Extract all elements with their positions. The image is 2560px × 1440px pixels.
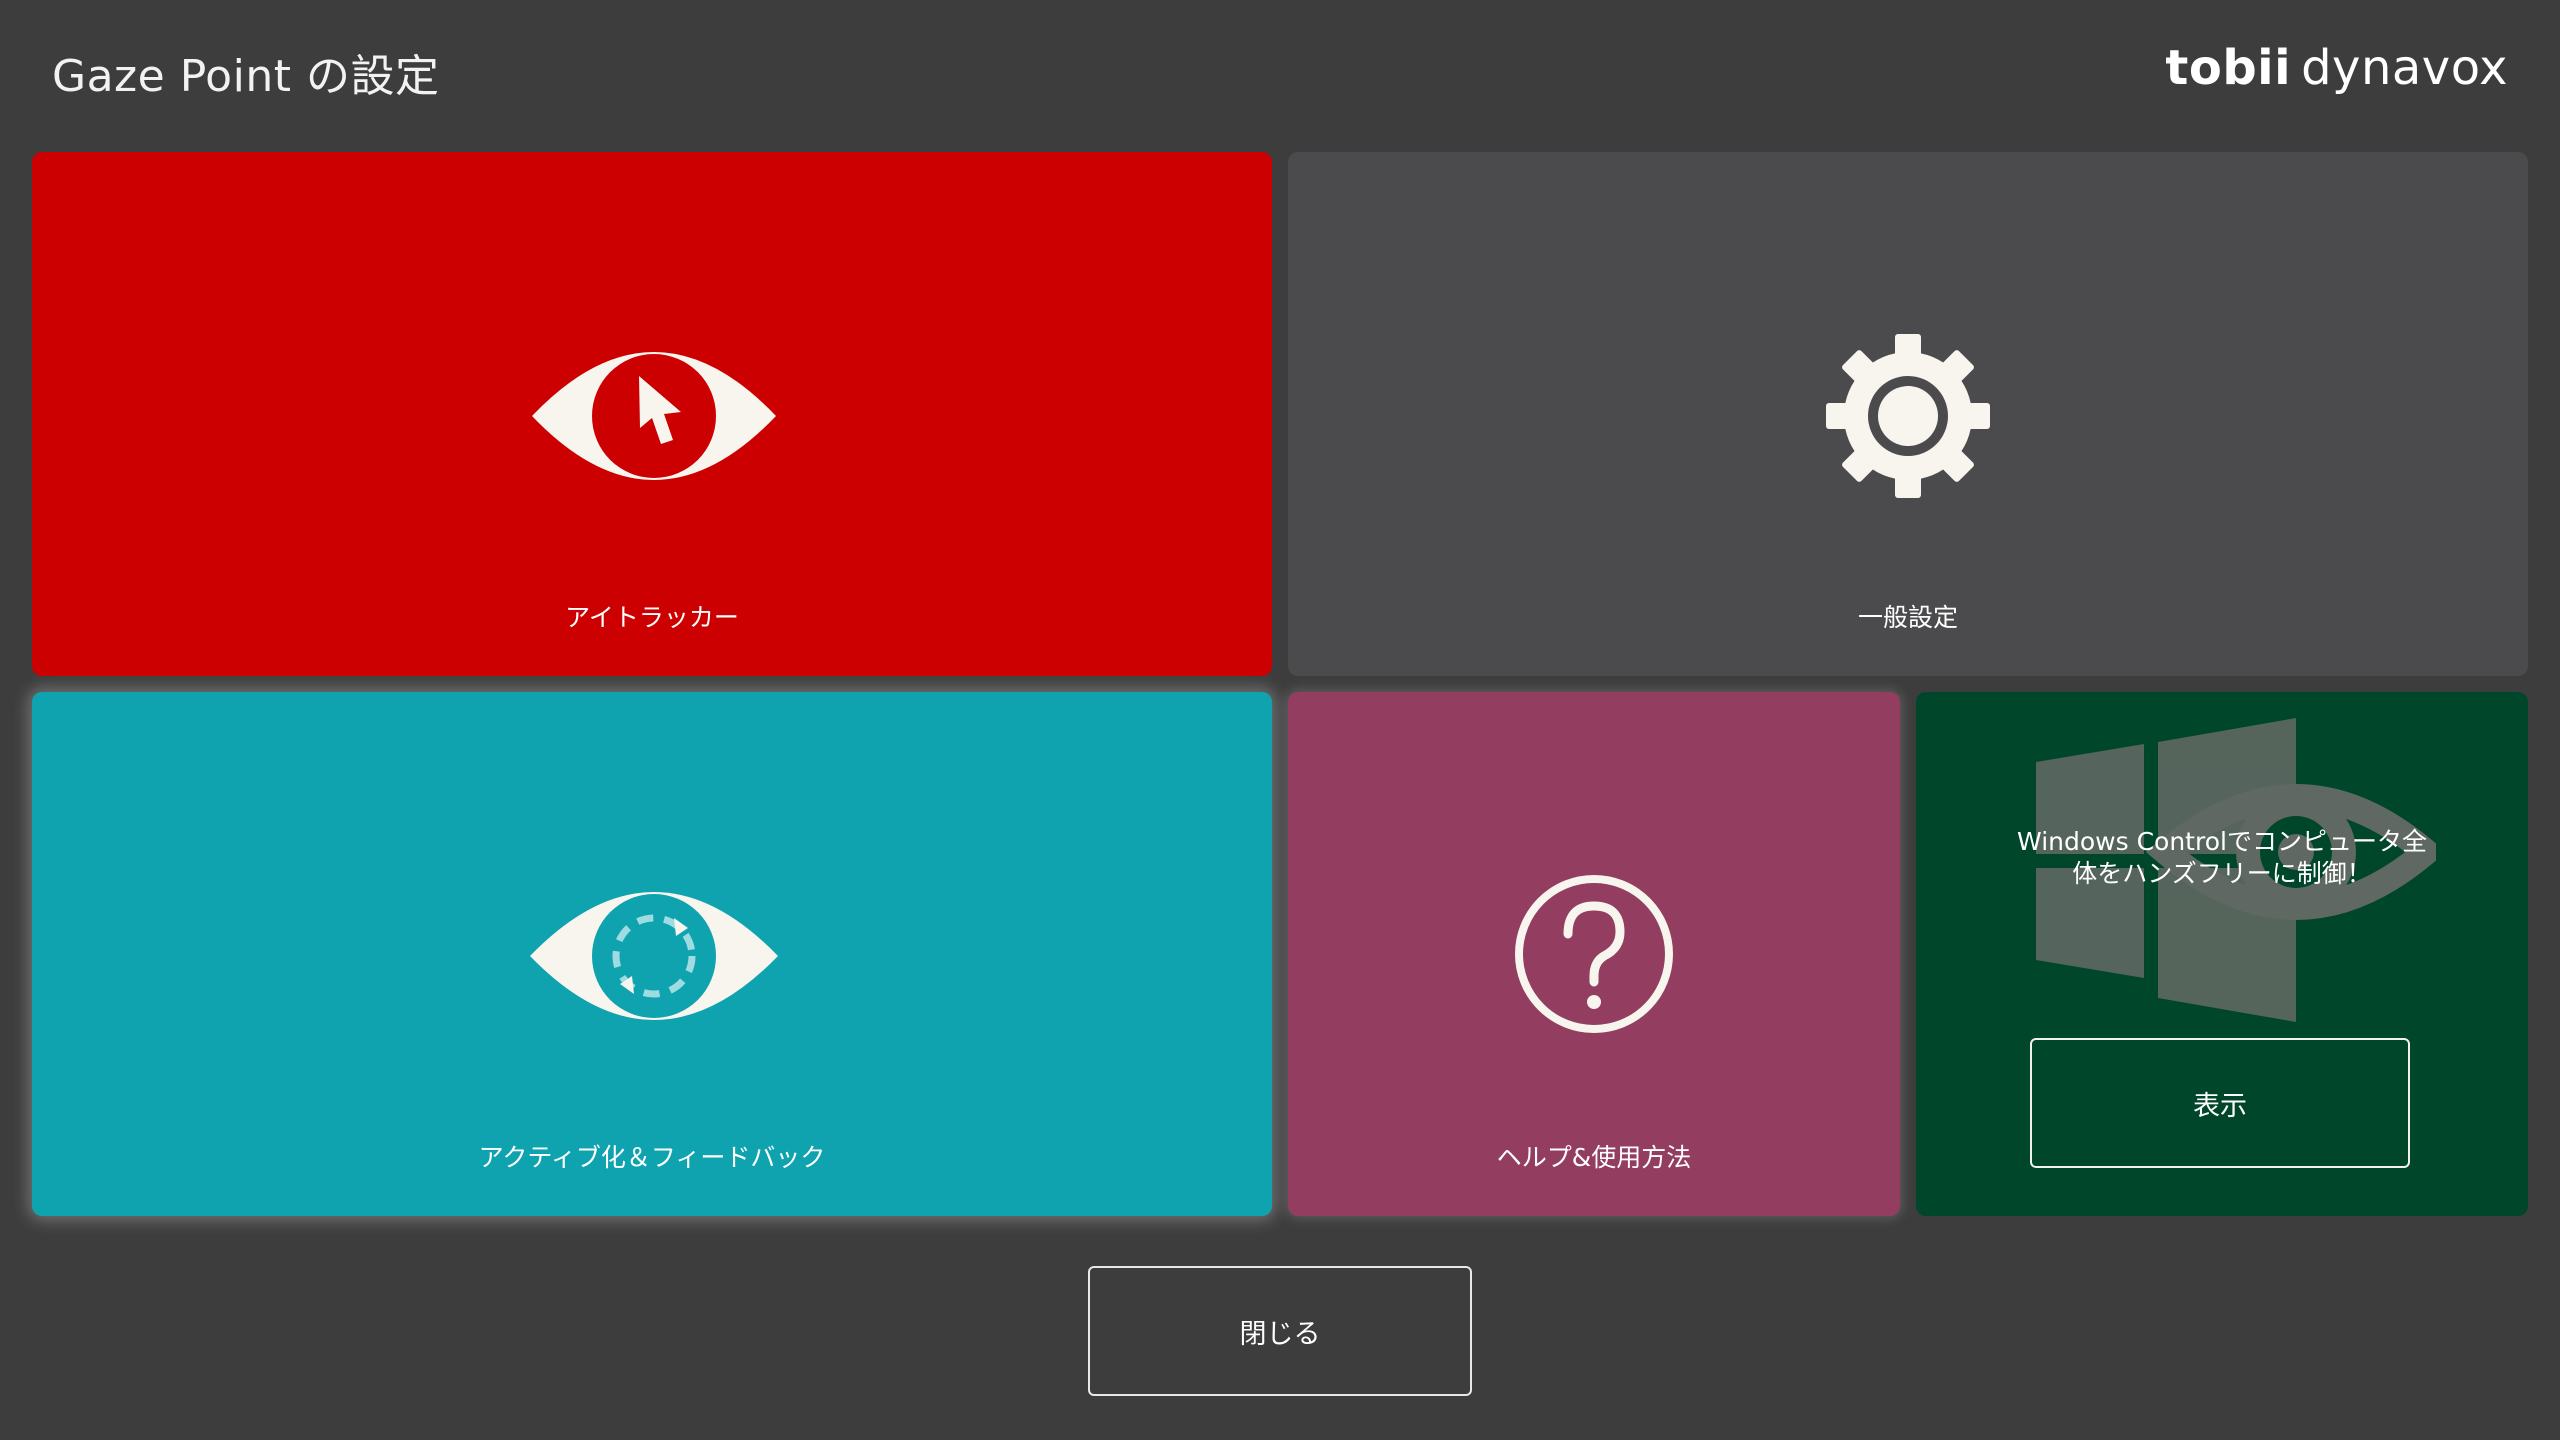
- question-circle-icon: [1515, 875, 1673, 1033]
- show-button[interactable]: 表示: [2030, 1038, 2410, 1168]
- brand-bold-text: tobii: [2165, 40, 2292, 96]
- help-usage-label: ヘルプ&使用方法: [1496, 1143, 1692, 1172]
- tobii-dynavox-logo: tobii dynavox: [2165, 40, 2508, 96]
- close-button[interactable]: 閉じる: [1088, 1266, 1472, 1396]
- brand-light-text: dynavox: [2301, 40, 2508, 96]
- eye-tracker-tile[interactable]: アイトラッカー: [32, 152, 1272, 676]
- windows-control-tile: Windows Controlでコンピュータ全体をハンズフリーに制御！ 表示: [1916, 692, 2528, 1216]
- page-title: Gaze Point の設定: [52, 51, 440, 102]
- activation-feedback-label: アクティブ化＆フィードバック: [478, 1143, 826, 1172]
- gear-icon: [1826, 334, 1990, 498]
- general-settings-label: 一般設定: [1857, 603, 1958, 632]
- help-usage-tile[interactable]: ヘルプ&使用方法: [1288, 692, 1900, 1216]
- activation-feedback-tile[interactable]: アクティブ化＆フィードバック: [32, 692, 1272, 1216]
- eye-cursor-icon: [532, 352, 776, 480]
- eye-tracker-label: アイトラッカー: [565, 603, 739, 632]
- windows-control-text: Windows Controlでコンピュータ全体をハンズフリーに制御！: [2017, 827, 2427, 888]
- general-settings-tile[interactable]: 一般設定: [1288, 152, 2528, 676]
- eye-refresh-icon: [530, 892, 778, 1020]
